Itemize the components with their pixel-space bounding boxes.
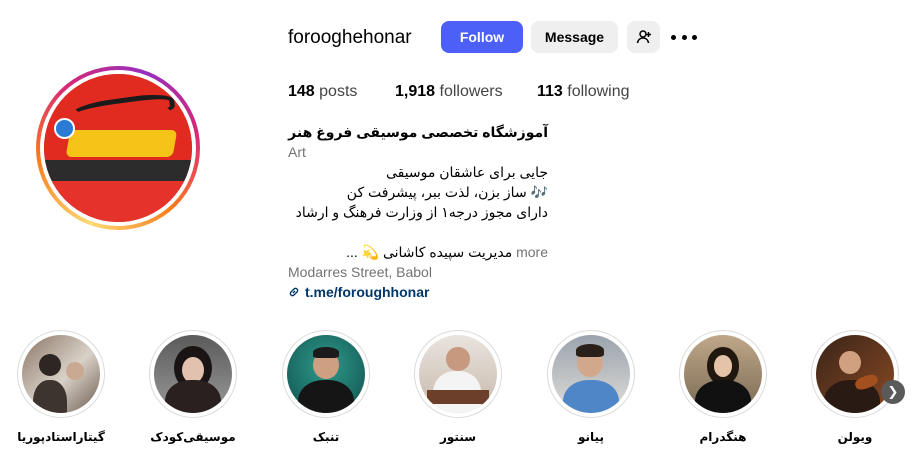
more-options-icon[interactable]	[671, 27, 697, 47]
category-label: Art	[288, 144, 306, 160]
bio-line: 🎶 ساز بزن، لذت ببر، پیشرفت کن	[346, 184, 548, 200]
highlight-label: تنبک	[312, 430, 340, 444]
highlight-item[interactable]: گیتاراستادپوریا	[16, 330, 106, 444]
highlight-item[interactable]: هنگدرام	[678, 330, 768, 444]
address-text: Modarres Street, Babol	[288, 264, 432, 280]
followers-label: followers	[439, 83, 503, 100]
avatar-yellow-title	[65, 130, 177, 157]
username: forooghehonar	[288, 27, 412, 48]
bio-line: دارای مجوز درجه۱ از وزارت فرهنگ و ارشاد	[295, 204, 548, 220]
profile-avatar[interactable]	[36, 66, 200, 230]
avatar-frame	[40, 70, 196, 226]
highlight-label: گیتاراستادپوریا	[17, 430, 105, 444]
link-icon	[289, 287, 299, 297]
message-button[interactable]: Message	[531, 21, 618, 53]
following-stat[interactable]: 113 following	[537, 83, 630, 101]
highlight-ring	[811, 330, 899, 418]
following-label: following	[567, 83, 630, 100]
posts-count: 148	[288, 83, 315, 100]
add-user-icon	[636, 30, 651, 44]
highlight-ring	[149, 330, 237, 418]
chevron-right-icon[interactable]: ❯	[881, 380, 905, 404]
posts-stat: 148 posts	[288, 83, 357, 101]
highlight-cover-violin	[816, 335, 894, 413]
bio-line: جایی برای عاشقان موسیقی	[385, 164, 548, 180]
following-count: 113	[537, 83, 563, 100]
posts-label: posts	[319, 83, 358, 100]
highlight-label: پیانو	[578, 430, 604, 444]
more-link[interactable]: more	[516, 244, 548, 260]
display-name: آموزشگاه تخصصی موسیقی فروغ هنر	[288, 124, 548, 140]
avatar-band-dark	[44, 159, 192, 181]
avatar-band-bottom	[44, 180, 192, 222]
highlight-cover-handpan	[684, 335, 762, 413]
highlight-cover-tonbak	[287, 335, 365, 413]
highlight-item[interactable]: موسیقی‌کودک	[148, 330, 238, 444]
followers-count: 1,918	[395, 83, 436, 100]
highlight-cover-santur	[419, 335, 497, 413]
highlight-ring	[679, 330, 767, 418]
highlight-cover-kids-music	[154, 335, 232, 413]
manager-text: مدیریت سپیده کاشانی 💫 ...	[346, 244, 513, 260]
highlight-label: موسیقی‌کودک	[150, 430, 236, 444]
highlight-label: هنگدرام	[699, 430, 747, 444]
highlight-item[interactable]: پیانو	[546, 330, 636, 444]
highlight-ring	[547, 330, 635, 418]
highlight-label: ویولن	[837, 430, 873, 444]
highlight-cover-piano	[552, 335, 630, 413]
highlight-ring	[282, 330, 370, 418]
highlight-ring	[17, 330, 105, 418]
followers-stat[interactable]: 1,918 followers	[395, 83, 503, 101]
bio-section: آموزشگاه تخصصی موسیقی فروغ هنر Art جایی …	[288, 122, 548, 302]
bio-manager-line: more مدیریت سپیده کاشانی 💫 ...	[288, 242, 548, 262]
highlight-cover-guitar-lessons	[22, 335, 100, 413]
highlight-item[interactable]: تنبک	[281, 330, 371, 444]
highlight-label: سنتور	[439, 430, 477, 444]
external-link-text: t.me/foroughhonar	[305, 284, 430, 300]
highlight-ring	[414, 330, 502, 418]
avatar-image	[44, 74, 192, 222]
suggested-users-button[interactable]	[627, 21, 660, 53]
follow-button[interactable]: Follow	[441, 21, 523, 53]
external-link[interactable]: t.me/foroughhonar	[288, 282, 548, 302]
highlight-item[interactable]: سنتور	[413, 330, 503, 444]
